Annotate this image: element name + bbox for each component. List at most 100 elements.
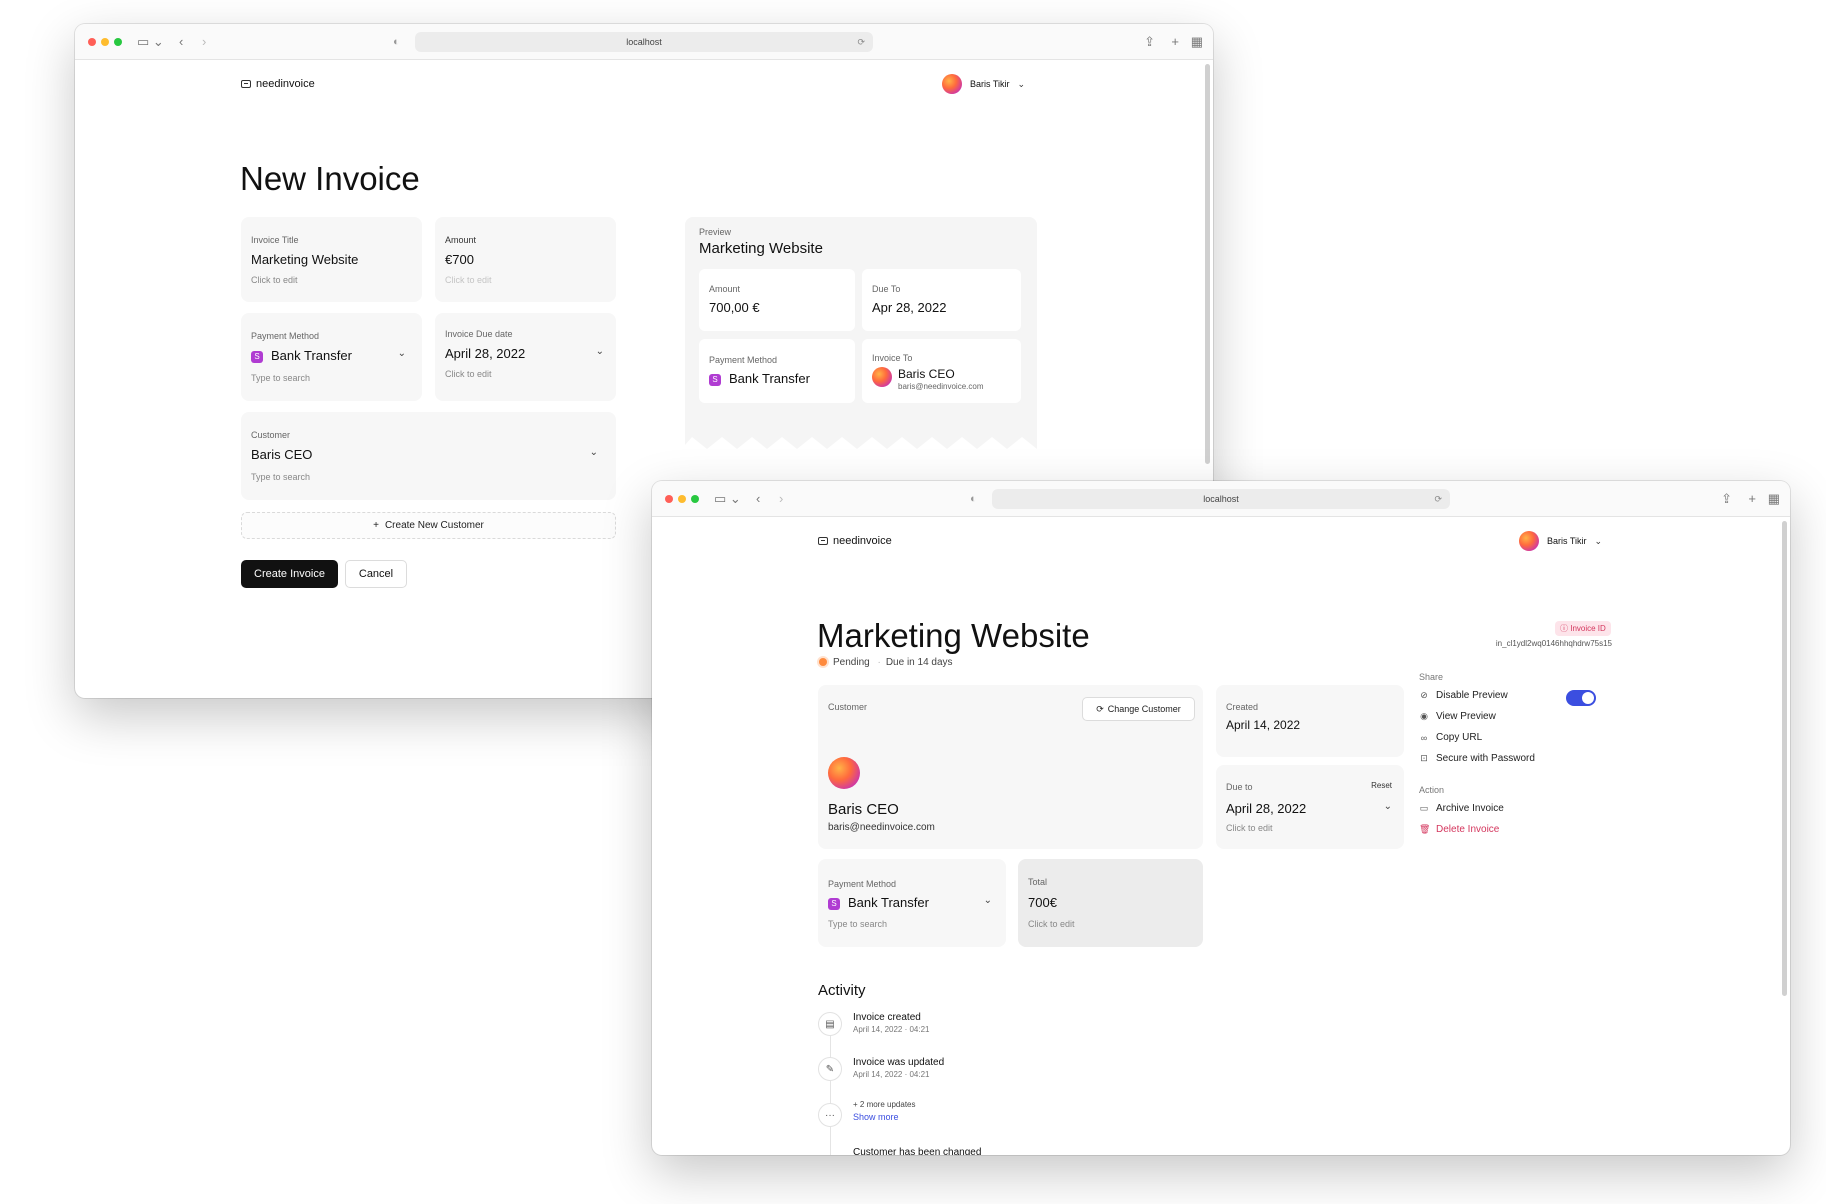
field-hint: Click to edit <box>1028 919 1075 929</box>
item-label: View Preview <box>1436 711 1496 722</box>
item-label: Disable Preview <box>1436 690 1508 701</box>
due-date-field[interactable]: Invoice Due date April 28, 2022 ⌄ Click … <box>435 313 616 401</box>
user-name: Baris Tikir <box>970 79 1010 89</box>
forward-icon[interactable]: › <box>779 490 783 508</box>
document-icon: ▤ <box>818 1012 842 1036</box>
zoom-window-button[interactable] <box>114 38 122 46</box>
back-icon[interactable]: ‹ <box>179 33 183 51</box>
eye-icon: ◉ <box>1420 711 1428 721</box>
create-invoice-button[interactable]: Create Invoice <box>241 560 338 588</box>
scrollbar[interactable] <box>1205 64 1210 464</box>
status-badge: Pending <box>833 657 870 668</box>
disable-preview-item[interactable]: ⊘ Disable Preview <box>1419 690 1508 701</box>
user-name: Baris Tikir <box>1547 536 1587 546</box>
reload-icon[interactable]: ⟳ <box>857 32 865 52</box>
tabs-icon[interactable]: ▦ <box>1768 490 1780 508</box>
avatar <box>942 74 962 94</box>
preview-amount-value: 700,00 € <box>709 300 760 315</box>
new-tab-icon[interactable]: + <box>1171 33 1179 51</box>
field-label: Customer <box>251 430 291 440</box>
preview-payment-label: Payment Method <box>709 355 778 365</box>
app-logo[interactable]: needinvoice <box>818 535 892 547</box>
logo-text: needinvoice <box>256 78 315 90</box>
close-window-button[interactable] <box>665 495 673 503</box>
eye-off-icon: ⊘ <box>1420 690 1428 700</box>
user-menu[interactable]: Baris Tikir ⌄ <box>1519 531 1602 551</box>
preview-label: Preview <box>699 227 732 237</box>
field-label: Invoice Title <box>251 235 299 245</box>
trash-icon: 🗑 <box>1419 824 1431 834</box>
view-preview-item[interactable]: ◉ View Preview <box>1419 711 1496 722</box>
cancel-button[interactable]: Cancel <box>345 560 407 588</box>
address-bar[interactable]: localhost ⟳ <box>992 489 1450 509</box>
share-icon[interactable]: ⇪ <box>1721 490 1732 508</box>
total-field[interactable]: Total 700€ Click to edit <box>1018 859 1203 947</box>
change-customer-button[interactable]: ⟳ Change Customer <box>1082 697 1195 721</box>
share-icon[interactable]: ⇪ <box>1144 33 1155 51</box>
create-new-customer-button[interactable]: + Create New Customer <box>241 512 616 539</box>
activity-item-title: Invoice was updated <box>853 1057 945 1068</box>
browser-toolbar: ▭ ⌄ ‹ › ◐ localhost ⟳ ⇪ + ▦ <box>75 24 1213 60</box>
bank-transfer-icon: S <box>709 374 721 386</box>
preview-amount-card: Amount 700,00 € <box>699 269 855 331</box>
close-window-button[interactable] <box>88 38 96 46</box>
customer-select[interactable]: Customer Baris CEO ⌄ Type to search <box>241 412 616 500</box>
show-more-link[interactable]: Show more <box>853 1112 899 1122</box>
forward-icon[interactable]: › <box>202 33 206 51</box>
sidebar-icon[interactable]: ▭ ⌄ <box>137 33 164 51</box>
invoice-id[interactable]: in_cl1ydl2wq0146hhqhdrw75s15 <box>1477 639 1612 648</box>
invoice-id-badge: ⓘ Invoice ID <box>1555 621 1611 636</box>
link-icon: ∞ <box>1420 732 1428 743</box>
minimize-window-button[interactable] <box>678 495 686 503</box>
preview-payment-value: Bank Transfer <box>729 371 810 386</box>
secure-password-item[interactable]: ⊡ Secure with Password <box>1419 753 1535 764</box>
due-to-hint: Click to edit <box>1226 823 1273 833</box>
amount-field[interactable]: Amount €700 Click to edit <box>435 217 616 302</box>
button-label: Change Customer <box>1107 704 1181 714</box>
sidebar-icon[interactable]: ▭ ⌄ <box>714 490 741 508</box>
app-logo[interactable]: needinvoice <box>241 78 315 90</box>
due-to-field[interactable]: Due to Reset April 28, 2022 ⌄ Click to e… <box>1216 765 1404 849</box>
browser-window-invoice-detail: ▭ ⌄ ‹ › ◐ localhost ⟳ ⇪ + ▦ needinvoice … <box>652 481 1790 1155</box>
customer-label: Customer <box>828 702 868 712</box>
field-hint: Click to edit <box>445 369 492 379</box>
new-tab-icon[interactable]: + <box>1748 490 1756 508</box>
copy-url-item[interactable]: ∞ Copy URL <box>1419 732 1482 743</box>
address-bar[interactable]: localhost ⟳ <box>415 32 873 52</box>
field-value: Bank Transfer <box>848 895 929 910</box>
field-hint: Click to edit <box>251 275 298 285</box>
chevron-down-icon[interactable]: ⌄ <box>590 447 598 458</box>
reset-button[interactable]: Reset <box>1371 781 1392 790</box>
item-label: Secure with Password <box>1436 753 1535 764</box>
reload-icon[interactable]: ⟳ <box>1434 489 1442 509</box>
field-value: April 28, 2022 <box>445 346 526 361</box>
field-label: Amount <box>445 235 477 245</box>
chevron-down-icon[interactable]: ⌄ <box>984 895 992 906</box>
payment-method-select[interactable]: Payment Method S Bank Transfer ⌄ Type to … <box>241 313 422 401</box>
refresh-icon: ⟳ <box>1096 703 1104 714</box>
payment-method-select[interactable]: Payment Method S Bank Transfer ⌄ Type to … <box>818 859 1006 947</box>
customer-name: Baris CEO <box>828 801 899 818</box>
privacy-shield-icon: ◐ <box>970 493 977 505</box>
zoom-window-button[interactable] <box>691 495 699 503</box>
created-value: April 14, 2022 <box>1226 718 1301 732</box>
plus-icon: + <box>373 520 379 531</box>
chevron-down-icon: ⌄ <box>1594 535 1603 546</box>
activity-heading: Activity <box>818 982 866 999</box>
chevron-down-icon[interactable]: ⌄ <box>398 348 406 359</box>
preview-invoice-to-label: Invoice To <box>872 353 913 363</box>
preview-title: Marketing Website <box>699 240 823 257</box>
archive-invoice-item[interactable]: ▭ Archive Invoice <box>1419 803 1504 814</box>
invoice-title-field[interactable]: Invoice Title Marketing Website Click to… <box>241 217 422 302</box>
logo-icon <box>241 80 251 88</box>
scrollbar[interactable] <box>1782 521 1787 996</box>
tabs-icon[interactable]: ▦ <box>1191 33 1203 51</box>
logo-icon <box>818 537 828 545</box>
back-icon[interactable]: ‹ <box>756 490 760 508</box>
minimize-window-button[interactable] <box>101 38 109 46</box>
user-menu[interactable]: Baris Tikir ⌄ <box>942 74 1025 94</box>
chevron-down-icon[interactable]: ⌄ <box>596 346 604 357</box>
preview-toggle[interactable] <box>1566 690 1596 706</box>
delete-invoice-item[interactable]: 🗑 Delete Invoice <box>1419 824 1499 835</box>
chevron-down-icon[interactable]: ⌄ <box>1384 801 1392 812</box>
